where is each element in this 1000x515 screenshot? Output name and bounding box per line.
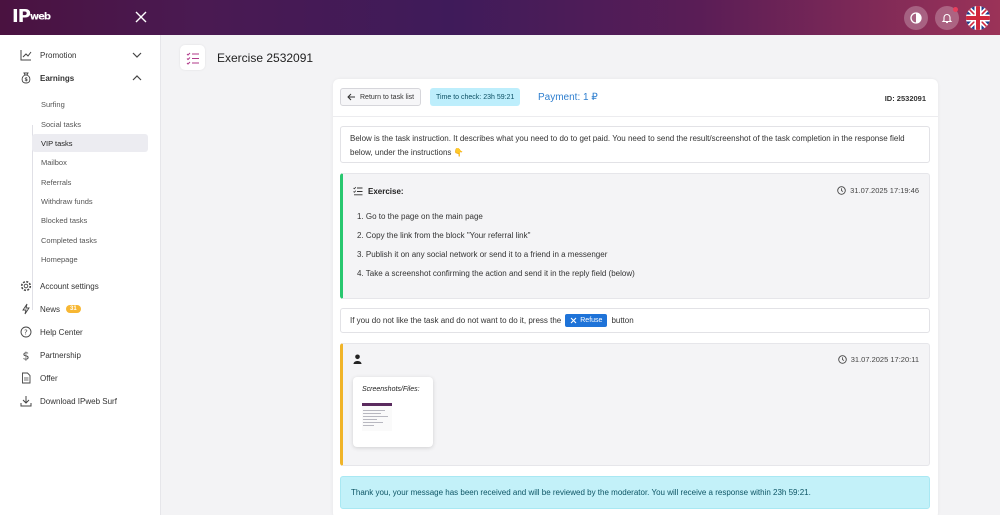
bell-icon bbox=[941, 14, 953, 24]
sidebar-item-mailbox[interactable]: Mailbox bbox=[32, 153, 148, 171]
list-item: 3. Publish it on any social network or s… bbox=[357, 250, 608, 259]
sidebar-item-referrals[interactable]: Referrals bbox=[32, 173, 148, 191]
clock-icon bbox=[837, 186, 846, 195]
sidebar-item-withdraw-funds[interactable]: Withdraw funds bbox=[32, 192, 148, 210]
theme-toggle-icon bbox=[910, 12, 922, 24]
payment-amount: Payment: 1 ₽ bbox=[538, 92, 598, 103]
chevron-up-icon[interactable] bbox=[132, 73, 142, 83]
refuse-button[interactable]: Refuse bbox=[565, 314, 608, 327]
language-button[interactable] bbox=[966, 6, 990, 30]
svg-text:?: ? bbox=[24, 329, 28, 337]
checklist-icon bbox=[353, 186, 363, 196]
close-icon[interactable] bbox=[133, 9, 149, 25]
exercise-block: Exercise: 31.07.2025 17:19:46 1. Go to t… bbox=[340, 173, 930, 299]
reply-block: 31.07.2025 17:20:11 Screenshots/Files: bbox=[340, 343, 930, 466]
sidebar-item-promotion[interactable]: Promotion bbox=[20, 47, 76, 63]
sidebar-item-download[interactable]: Download IPweb Surf bbox=[20, 393, 117, 409]
svg-text:$: $ bbox=[24, 77, 28, 83]
top-bar: IPweb bbox=[0, 0, 1000, 35]
close-icon bbox=[570, 317, 577, 324]
time-to-check-badge: Time to check: 23h 59:21 bbox=[430, 88, 521, 106]
news-count-badge: 31 bbox=[66, 305, 81, 313]
clock-icon bbox=[837, 355, 847, 364]
exercise-steps: 1. Go to the page on the main page 2. Co… bbox=[357, 207, 635, 283]
document-icon bbox=[20, 372, 32, 384]
task-card-header: Return to task list Time to check: 23h 5… bbox=[333, 79, 938, 117]
gear-icon bbox=[20, 280, 32, 292]
sidebar-item-account-settings[interactable]: Account settings bbox=[20, 278, 99, 294]
task-card: Return to task list Time to check: 23h 5… bbox=[333, 79, 938, 515]
user-icon bbox=[353, 354, 362, 364]
list-item: 2. Copy the link from the block "Your re… bbox=[357, 231, 531, 240]
task-id: ID: 2532091 bbox=[884, 94, 926, 103]
sidebar-item-blocked-tasks[interactable]: Blocked tasks bbox=[32, 211, 148, 229]
screenshot-preview-image bbox=[362, 403, 392, 431]
refuse-row: If you do not like the task and do not w… bbox=[340, 308, 930, 333]
sidebar-item-completed-tasks[interactable]: Completed tasks bbox=[32, 231, 148, 249]
sidebar-item-vip-tasks[interactable]: VIP tasks bbox=[32, 134, 148, 152]
screenshots-label: Screenshots/Files: bbox=[362, 386, 420, 393]
task-list-icon bbox=[180, 45, 205, 70]
page-title: Exercise 2532091 bbox=[217, 51, 314, 65]
notification-dot bbox=[953, 7, 958, 12]
list-item: 1. Go to the page on the main page bbox=[357, 212, 483, 221]
task-intro: Below is the task instruction. It descri… bbox=[340, 126, 930, 163]
svg-text:$: $ bbox=[23, 350, 30, 362]
uk-flag-icon bbox=[966, 6, 990, 30]
moderation-notice: Thank you, your message has been receive… bbox=[340, 476, 930, 509]
chart-line-icon bbox=[20, 49, 32, 61]
theme-toggle-button[interactable] bbox=[904, 6, 928, 30]
return-to-task-list-button[interactable]: Return to task list bbox=[340, 88, 422, 106]
logo[interactable]: IPweb bbox=[12, 6, 51, 27]
sidebar: Promotion $ Earnings Surfing Social task… bbox=[0, 35, 161, 515]
chevron-down-icon[interactable] bbox=[132, 50, 142, 60]
sidebar-item-partnership[interactable]: $ Partnership bbox=[20, 347, 81, 363]
sidebar-item-offer[interactable]: Offer bbox=[20, 370, 58, 386]
screenshot-thumbnail[interactable]: Screenshots/Files: bbox=[353, 377, 433, 447]
dollar-icon: $ bbox=[20, 349, 32, 362]
sidebar-item-help-center[interactable]: ? Help Center bbox=[20, 324, 83, 340]
question-circle-icon: ? bbox=[20, 326, 32, 338]
sidebar-item-earnings[interactable]: $ Earnings bbox=[20, 70, 74, 86]
sidebar-item-homepage[interactable]: Homepage bbox=[32, 250, 148, 268]
money-bag-icon: $ bbox=[20, 72, 32, 84]
exercise-heading: Exercise: bbox=[353, 186, 404, 196]
exercise-timestamp: 31.07.2025 17:19:46 bbox=[837, 186, 919, 195]
sidebar-item-news[interactable]: News 31 bbox=[20, 301, 81, 317]
sidebar-item-surfing[interactable]: Surfing bbox=[32, 95, 148, 113]
lightning-icon bbox=[20, 303, 32, 315]
sidebar-item-social-tasks[interactable]: Social tasks bbox=[32, 115, 148, 133]
download-icon bbox=[20, 395, 32, 407]
list-item: 4. Take a screenshot confirming the acti… bbox=[357, 269, 635, 278]
arrow-left-icon bbox=[347, 93, 355, 101]
reply-timestamp: 31.07.2025 17:20:11 bbox=[837, 355, 919, 364]
